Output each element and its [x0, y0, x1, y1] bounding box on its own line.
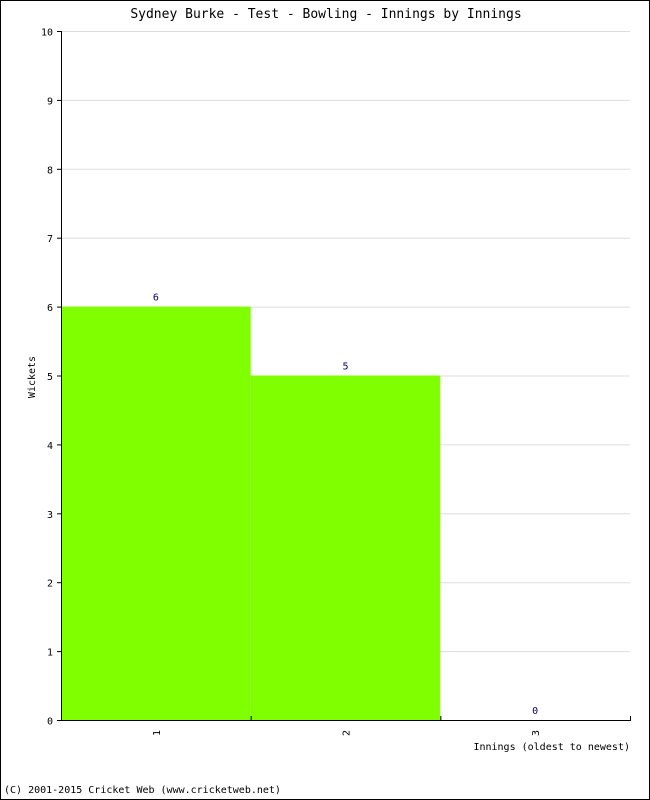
x-axis-label: Innings (oldest to newest): [473, 742, 630, 753]
bar-chart: Sydney Burke - Test - Bowling - Innings …: [27, 7, 631, 753]
x-tick-label: 1: [152, 730, 163, 736]
chart-frame: Sydney Burke - Test - Bowling - Innings …: [0, 0, 650, 800]
bar: [250, 375, 441, 720]
value-label: 0: [532, 706, 538, 717]
y-ticks: 0 1 2 3 4 5 6 7 8 9 10: [41, 28, 61, 728]
y-tick-label: 6: [47, 303, 53, 314]
value-label: 5: [342, 362, 348, 373]
y-tick-label: 7: [47, 234, 53, 245]
copyright-footer: (C) 2001-2015 Cricket Web (www.cricketwe…: [4, 785, 281, 796]
y-tick-label: 2: [47, 579, 53, 590]
y-tick-label: 3: [47, 510, 53, 521]
y-axis-label: Wickets: [27, 356, 38, 398]
y-tick-label: 10: [41, 28, 53, 39]
bars: [61, 306, 441, 720]
y-tick-label: 4: [47, 441, 53, 452]
value-label: 6: [153, 293, 159, 304]
y-tick-label: 8: [47, 165, 53, 176]
y-tick-label: 1: [47, 648, 53, 659]
y-tick-label: 5: [47, 372, 53, 383]
y-tick-label: 9: [47, 96, 53, 107]
x-tick-label: 3: [531, 730, 542, 736]
bar: [61, 306, 251, 720]
chart-title: Sydney Burke - Test - Bowling - Innings …: [130, 7, 521, 22]
y-tick-label: 0: [47, 717, 53, 728]
x-tick-label: 2: [342, 730, 353, 736]
